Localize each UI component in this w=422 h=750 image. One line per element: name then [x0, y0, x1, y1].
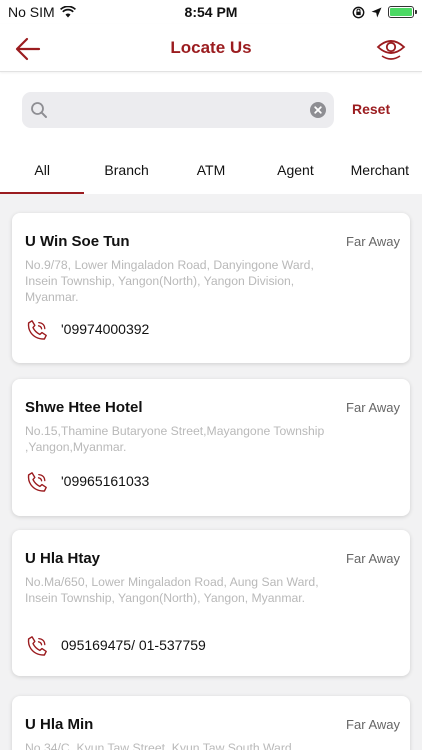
status-left: No SIM [8, 4, 76, 20]
rotation-lock-icon [352, 6, 365, 18]
carrier-label: No SIM [8, 4, 55, 20]
phone-icon[interactable] [25, 470, 49, 494]
location-name: U Hla Htay [25, 550, 101, 567]
tab-label: Merchant [350, 162, 409, 178]
location-distance: Far Away [346, 234, 400, 249]
location-address: No.Ma/650, Lower Mingaladon Road, Aung S… [25, 575, 319, 605]
search-box[interactable] [22, 92, 334, 128]
location-address: No.9/78, Lower Mingaladon Road, Danyingo… [25, 258, 314, 304]
eye-icon[interactable] [376, 36, 406, 62]
tab-label: Agent [277, 162, 314, 178]
status-right [352, 6, 417, 19]
search-icon [31, 102, 47, 118]
tab-agent[interactable]: Agent [253, 146, 337, 194]
page-title: Locate Us [170, 37, 252, 57]
filter-tabs: All Branch ATM Agent Merchant [0, 146, 422, 194]
phone-icon[interactable] [25, 634, 49, 658]
phone-number[interactable]: '09965161033 [61, 473, 149, 489]
location-arrow-icon [371, 7, 382, 17]
location-distance: Far Away [346, 400, 400, 415]
location-name: Shwe Htee Hotel [25, 399, 143, 416]
location-name: U Hla Min [25, 716, 94, 733]
location-distance: Far Away [346, 551, 400, 566]
clear-icon[interactable] [310, 102, 326, 118]
reset-button[interactable]: Reset [352, 101, 390, 117]
battery-fill [390, 8, 412, 16]
phone-number[interactable]: '09974000392 [61, 321, 149, 337]
back-arrow-icon[interactable] [14, 36, 42, 62]
tab-branch[interactable]: Branch [84, 146, 168, 194]
search-input[interactable] [54, 92, 294, 128]
location-address: No.34/C, Kyun Taw Street, Kyun Taw South… [25, 741, 292, 750]
location-card[interactable]: U Hla Min Far Away No.34/C, Kyun Taw Str… [12, 696, 410, 750]
nav-bar: Locate Us [0, 24, 422, 72]
tab-atm[interactable]: ATM [169, 146, 253, 194]
tab-label: All [34, 162, 50, 178]
battery-icon [388, 6, 417, 18]
location-distance: Far Away [346, 717, 400, 732]
tab-label: Branch [104, 162, 149, 178]
location-card[interactable]: Shwe Htee Hotel Far Away No.15,Thamine B… [12, 379, 410, 516]
location-card[interactable]: U Hla Htay Far Away No.Ma/650, Lower Min… [12, 530, 410, 676]
wifi-icon [59, 6, 76, 18]
location-name: U Win Soe Tun [25, 233, 130, 250]
tab-all[interactable]: All [0, 146, 85, 194]
tab-merchant[interactable]: Merchant [338, 146, 422, 194]
tab-label: ATM [196, 162, 226, 178]
location-list[interactable]: U Win Soe Tun Far Away No.9/78, Lower Mi… [0, 194, 422, 750]
phone-icon[interactable] [25, 318, 49, 342]
search-row: Reset [0, 92, 422, 130]
location-address: No.15,Thamine Butaryone Street,Mayangone… [25, 424, 325, 454]
status-time: 8:54 PM [184, 4, 238, 20]
phone-number[interactable]: 095169475/ 01-537759 [61, 637, 206, 653]
status-bar: No SIM 8:54 PM [0, 0, 422, 24]
location-card[interactable]: U Win Soe Tun Far Away No.9/78, Lower Mi… [12, 213, 410, 363]
